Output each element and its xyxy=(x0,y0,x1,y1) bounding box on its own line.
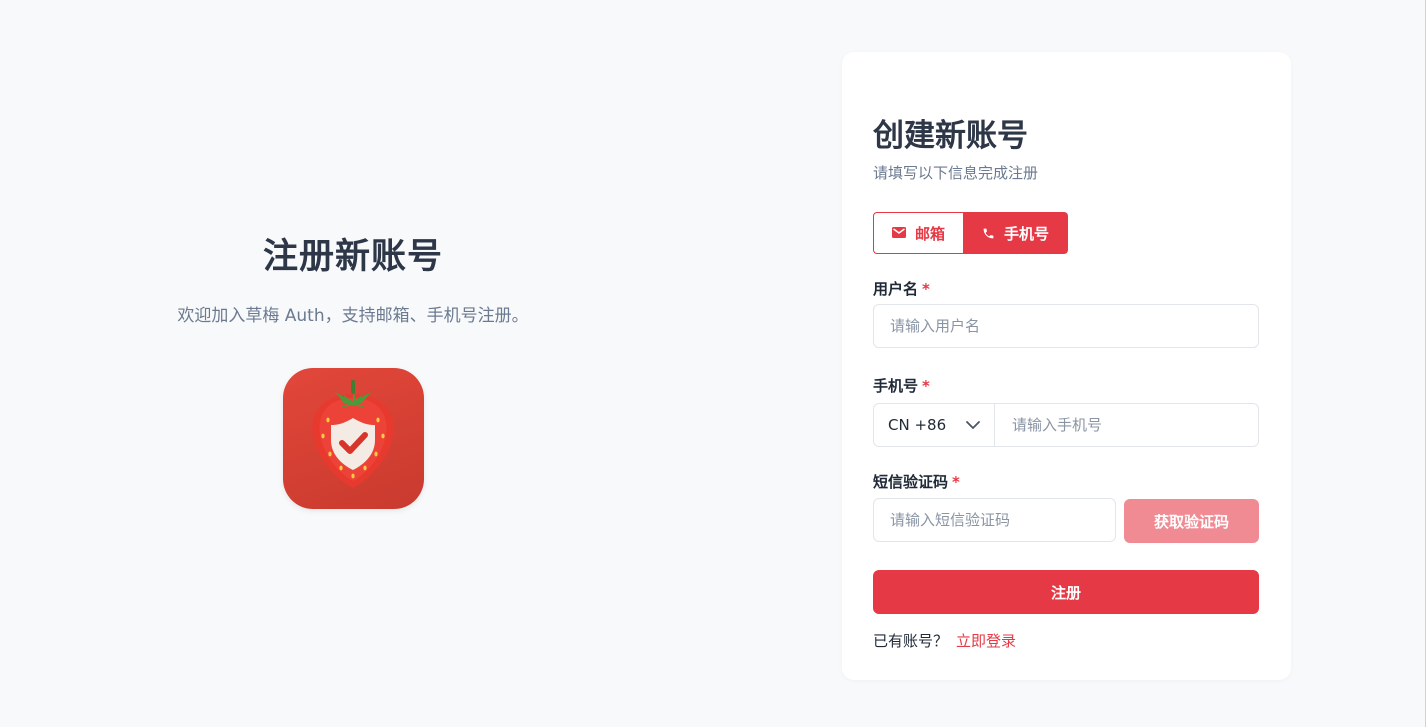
required-mark: * xyxy=(952,473,960,491)
username-label: 用户名 * xyxy=(873,280,930,298)
tab-phone[interactable]: 手机号 xyxy=(963,212,1068,254)
card-subtitle: 请填写以下信息完成注册 xyxy=(873,164,1039,182)
hero-title: 注册新账号 xyxy=(262,237,443,277)
tab-email[interactable]: 邮箱 xyxy=(873,212,963,254)
get-code-button[interactable]: 获取验证码 xyxy=(1124,499,1259,543)
tab-email-label: 邮箱 xyxy=(914,224,945,243)
card-title: 创建新账号 xyxy=(873,118,1028,154)
register-card: 创建新账号 请填写以下信息完成注册 邮箱 手机号 用户名* 手机号* CN +8… xyxy=(842,52,1291,680)
chevron-down-icon xyxy=(966,420,980,429)
register-button[interactable]: 注册 xyxy=(873,570,1259,614)
phone-icon xyxy=(983,228,994,238)
country-code-select[interactable]: CN +86 xyxy=(874,404,995,446)
sms-code-input[interactable] xyxy=(873,498,1116,542)
required-mark: * xyxy=(922,377,930,395)
tab-phone-label: 手机号 xyxy=(1003,224,1049,243)
sms-code-label: 短信验证码 * xyxy=(873,473,960,491)
phone-input[interactable] xyxy=(995,404,1258,446)
strawberry-shield-icon xyxy=(283,368,424,509)
required-mark: * xyxy=(922,280,930,298)
phone-field-group: CN +86 xyxy=(873,403,1259,447)
hero-subtitle: 欢迎加入草梅 Auth，支持邮箱、手机号注册。 xyxy=(177,306,529,326)
login-prompt-text: 已有账号？ xyxy=(873,632,949,650)
login-prompt: 已有账号？ 立即登录 xyxy=(873,630,1016,651)
country-code-value: CN +86 xyxy=(888,416,947,434)
phone-label: 手机号 * xyxy=(873,377,930,395)
username-input[interactable] xyxy=(873,304,1259,348)
hero-section: 注册新账号 欢迎加入草梅 Auth，支持邮箱、手机号注册。 xyxy=(0,0,706,727)
login-link[interactable]: 立即登录 xyxy=(956,632,1016,650)
register-method-tabs: 邮箱 手机号 xyxy=(873,212,1068,254)
mail-icon xyxy=(891,227,906,238)
